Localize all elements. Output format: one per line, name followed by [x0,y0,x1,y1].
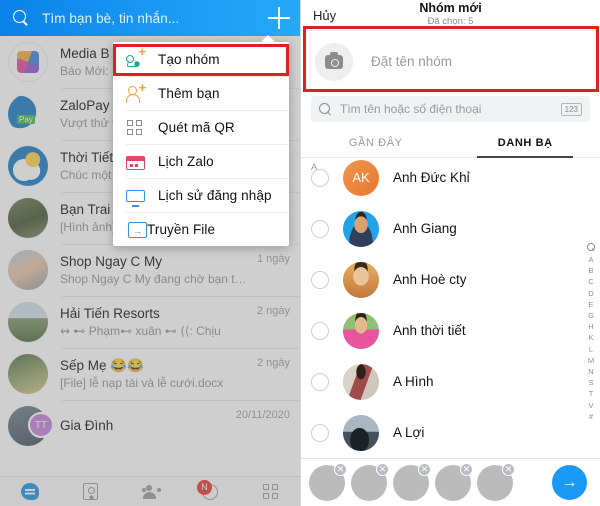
plus-icon[interactable] [268,7,290,29]
alpha-index-letter[interactable]: D [588,288,593,299]
contact-search-input[interactable]: Tìm tên hoặc số điện thoại 123 [311,96,590,122]
contact-name: A Lợi [393,425,425,440]
list-item[interactable]: A Lợi [301,407,600,458]
alpha-index-letter[interactable]: K [588,332,593,343]
remove-member-icon[interactable]: ✕ [502,462,515,476]
camera-icon[interactable] [315,42,353,81]
chat-list-pane: Tìm bạn bè, tin nhắn... Media B Báo Mới:… [0,0,300,506]
alpha-index-letter[interactable]: C [588,276,593,287]
tab-label: GẦN ĐÂY [348,137,403,149]
remove-member-icon[interactable]: ✕ [418,462,431,476]
contact-checkbox[interactable] [311,219,329,238]
new-group-pane: Hủy Nhóm mới Đã chọn: 5 Đặt tên nhóm Tìm… [300,0,600,506]
contact-checkbox[interactable] [311,321,329,340]
app-screen: Tìm bạn bè, tin nhắn... Media B Báo Mới:… [0,0,600,506]
contact-checkbox[interactable] [311,270,329,289]
tab-label: DANH BẠ [497,137,553,149]
search-icon [319,102,332,116]
selected-member-chip[interactable]: ✕ [393,462,431,501]
selected-member-chip[interactable]: ✕ [309,462,347,501]
alpha-index-letter[interactable]: T [589,388,594,399]
alpha-index-letter[interactable]: B [588,265,593,276]
keypad-icon[interactable]: 123 [560,102,582,116]
alpha-index-letter[interactable]: G [588,310,594,321]
contact-checkbox[interactable] [311,168,329,187]
new-group-icon [126,45,146,69]
avatar [343,261,379,298]
list-item[interactable]: Anh thời tiết [301,305,600,356]
qr-code-icon [126,118,145,137]
contact-name: Anh thời tiết [393,323,466,338]
file-transfer-icon [128,221,147,238]
menu-item-label: Quét mã QR [158,119,235,135]
alphabet-index[interactable]: A B C D E G H K L M N S T V # [584,243,598,422]
contact-name: Anh Giang [393,221,457,236]
left-header: Tìm bạn bè, tin nhắn... [0,0,300,36]
menu-item-label: Thêm bạn [158,85,220,101]
alpha-index-letter[interactable]: L [589,344,593,355]
menu-item-label: Lịch sử đăng nhập [158,187,272,203]
menu-item-label: Tạo nhóm [158,51,220,67]
contact-search-placeholder: Tìm tên hoặc số điện thoại [340,102,482,116]
avatar [343,363,379,400]
contact-name: Anh Đức Khỉ [393,170,470,185]
search-icon[interactable] [12,9,30,27]
menu-item-label: Lịch Zalo [158,153,214,169]
alpha-index-letter[interactable]: S [588,377,593,388]
group-name-input[interactable]: Đặt tên nhóm [371,54,452,69]
selected-count: Đã chọn: 5 [427,16,474,27]
search-input[interactable]: Tìm bạn bè, tin nhắn... [30,11,268,26]
alpha-index-letter[interactable]: N [588,366,593,377]
selected-member-chip[interactable]: ✕ [351,462,389,501]
alpha-index-letter[interactable]: M [588,355,594,366]
monitor-icon [126,190,145,207]
selected-member-chip[interactable]: ✕ [435,462,473,501]
plus-dropdown-menu: Tạo nhóm + Thêm bạn Quét mã QR Lịch Zalo… [113,35,289,246]
contact-checkbox[interactable] [311,372,329,391]
avatar [343,414,379,451]
avatar-initials: AK [343,159,379,196]
add-friend-icon: + [126,81,146,103]
contact-name: Anh Hoè cty [393,272,467,287]
header-title-block: Nhóm mới Đã chọn: 5 [301,1,600,28]
avatar [343,312,379,349]
remove-member-icon[interactable]: ✕ [376,462,389,476]
menu-item-lich-su-dang-nhap[interactable]: Lịch sử đăng nhập [113,178,289,212]
menu-item-truyen-file[interactable]: Truyền File [113,212,289,246]
send-button[interactable]: → [552,465,587,500]
contact-checkbox[interactable] [311,423,329,442]
new-group-header: Hủy Nhóm mới Đã chọn: 5 [301,0,600,30]
menu-item-label: Truyền File [147,221,216,237]
selected-members-bar: ✕ ✕ ✕ ✕ ✕ → [301,458,600,506]
cancel-button[interactable]: Hủy [313,8,336,23]
calendar-icon [126,155,145,170]
menu-item-them-ban[interactable]: + Thêm bạn [113,76,289,110]
list-item[interactable]: Anh Giang [301,203,600,254]
alpha-index-letter[interactable]: # [589,411,593,422]
menu-item-lich-zalo[interactable]: Lịch Zalo [113,144,289,178]
remove-member-icon[interactable]: ✕ [334,462,347,476]
alpha-index-letter[interactable]: E [588,299,593,310]
avatar [343,210,379,247]
contact-name: A Hình [393,374,434,389]
search-icon[interactable] [587,243,595,251]
list-item[interactable]: Anh Hoè cty [301,254,600,305]
remove-member-icon[interactable]: ✕ [460,462,473,476]
group-name-row[interactable]: Đặt tên nhóm [301,30,600,92]
page-title: Nhóm mới [419,1,482,15]
alpha-index-letter[interactable]: V [588,400,593,411]
menu-item-quet-ma-qr[interactable]: Quét mã QR [113,110,289,144]
menu-item-tao-nhom[interactable]: Tạo nhóm [113,42,289,76]
list-item[interactable]: AK Anh Đức Khỉ [301,152,600,203]
list-item[interactable]: A Hình [301,356,600,407]
selected-member-chip[interactable]: ✕ [477,462,515,501]
alpha-index-letter[interactable]: A [588,254,593,265]
contact-list[interactable]: AK Anh Đức Khỉ Anh Giang Anh Hoè cty Anh… [301,152,600,458]
avatar: AK [343,159,379,196]
alpha-index-letter[interactable]: H [588,321,593,332]
